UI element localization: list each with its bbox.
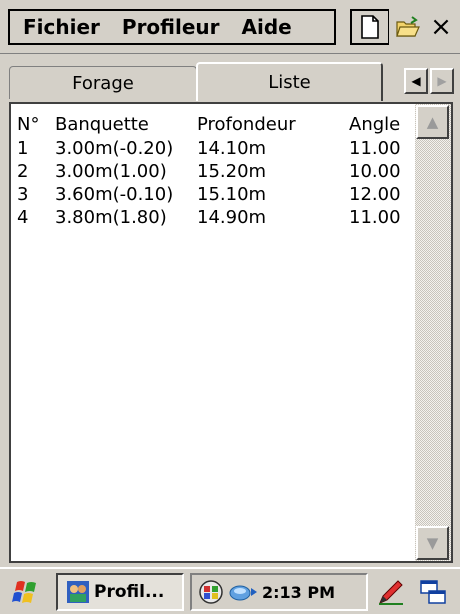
cell-profondeur: 15.20m <box>197 161 267 182</box>
connectivity-icon[interactable] <box>228 580 258 604</box>
system-tray: 2:13 PM <box>190 573 368 611</box>
open-folder-icon <box>396 16 420 37</box>
cell-banquette: 3.00m(-0.20) <box>55 138 174 159</box>
triangle-right-icon: ▶ <box>437 74 447 88</box>
cell-angle: 11.00 <box>349 138 401 159</box>
header-profondeur[interactable]: Profondeur <box>197 114 296 135</box>
tab-forage-label: Forage <box>72 72 134 94</box>
cell-number: 4 <box>17 207 29 228</box>
cell-profondeur: 14.90m <box>197 207 267 228</box>
tab-scroll-left-button[interactable]: ◀ <box>404 68 428 94</box>
menu-fichier[interactable]: Fichier <box>10 15 112 39</box>
pen-icon <box>379 580 403 605</box>
clock[interactable]: 2:13 PM <box>262 583 335 602</box>
tab-bar: Forage Liste ◀ ▶ <box>0 54 460 102</box>
windows-flag-icon <box>12 581 36 603</box>
cell-banquette: 3.00m(1.00) <box>55 161 167 182</box>
menu-group: Fichier Profileur Aide <box>8 9 336 45</box>
triangle-up-icon: ▲ <box>426 113 439 131</box>
cell-profondeur: 15.10m <box>197 184 267 205</box>
sync-icon[interactable] <box>198 579 224 605</box>
scroll-up-button[interactable]: ▲ <box>416 105 449 139</box>
scroll-down-button[interactable]: ▼ <box>416 526 449 560</box>
tab-liste-label: Liste <box>268 72 311 93</box>
menu-aide[interactable]: Aide <box>232 15 304 39</box>
triangle-left-icon: ◀ <box>411 74 421 88</box>
app-icon <box>67 581 89 603</box>
task-button-profil[interactable]: Profil... <box>56 573 184 611</box>
close-button[interactable]: × <box>424 9 458 45</box>
close-icon: × <box>430 12 452 42</box>
cell-number: 1 <box>17 138 29 159</box>
open-folder-button[interactable] <box>389 9 427 45</box>
cell-angle: 12.00 <box>349 184 401 205</box>
task-button-label: Profil... <box>94 582 165 602</box>
header-banquette[interactable]: Banquette <box>55 114 149 135</box>
windows-stack-icon <box>420 580 446 604</box>
menu-profileur[interactable]: Profileur <box>112 15 232 39</box>
taskbar: Profil... 2:13 PM <box>0 567 460 614</box>
header-angle[interactable]: Angle <box>349 114 400 135</box>
cell-angle: 10.00 <box>349 161 401 182</box>
header-number[interactable]: N° <box>17 114 39 135</box>
input-panel-button[interactable] <box>376 577 406 607</box>
tab-liste[interactable]: Liste <box>196 62 383 101</box>
triangle-down-icon: ▼ <box>426 534 439 552</box>
menu-bar: Fichier Profileur Aide × <box>0 0 460 54</box>
cell-number: 2 <box>17 161 29 182</box>
cell-profondeur: 14.10m <box>197 138 267 159</box>
start-button[interactable] <box>6 575 46 609</box>
cell-angle: 11.00 <box>349 207 401 228</box>
vertical-scrollbar[interactable]: ▲ ▼ <box>415 104 451 561</box>
new-document-button[interactable] <box>350 9 390 45</box>
tab-scroll-right-button[interactable]: ▶ <box>430 68 454 94</box>
show-desktop-button[interactable] <box>418 577 448 607</box>
list-panel: N° Banquette Profondeur Angle 1 3.00m(-0… <box>9 102 453 563</box>
cell-banquette: 3.80m(1.80) <box>55 207 167 228</box>
cell-banquette: 3.60m(-0.10) <box>55 184 174 205</box>
tab-forage[interactable]: Forage <box>9 66 197 99</box>
new-document-icon <box>361 15 379 39</box>
cell-number: 3 <box>17 184 29 205</box>
